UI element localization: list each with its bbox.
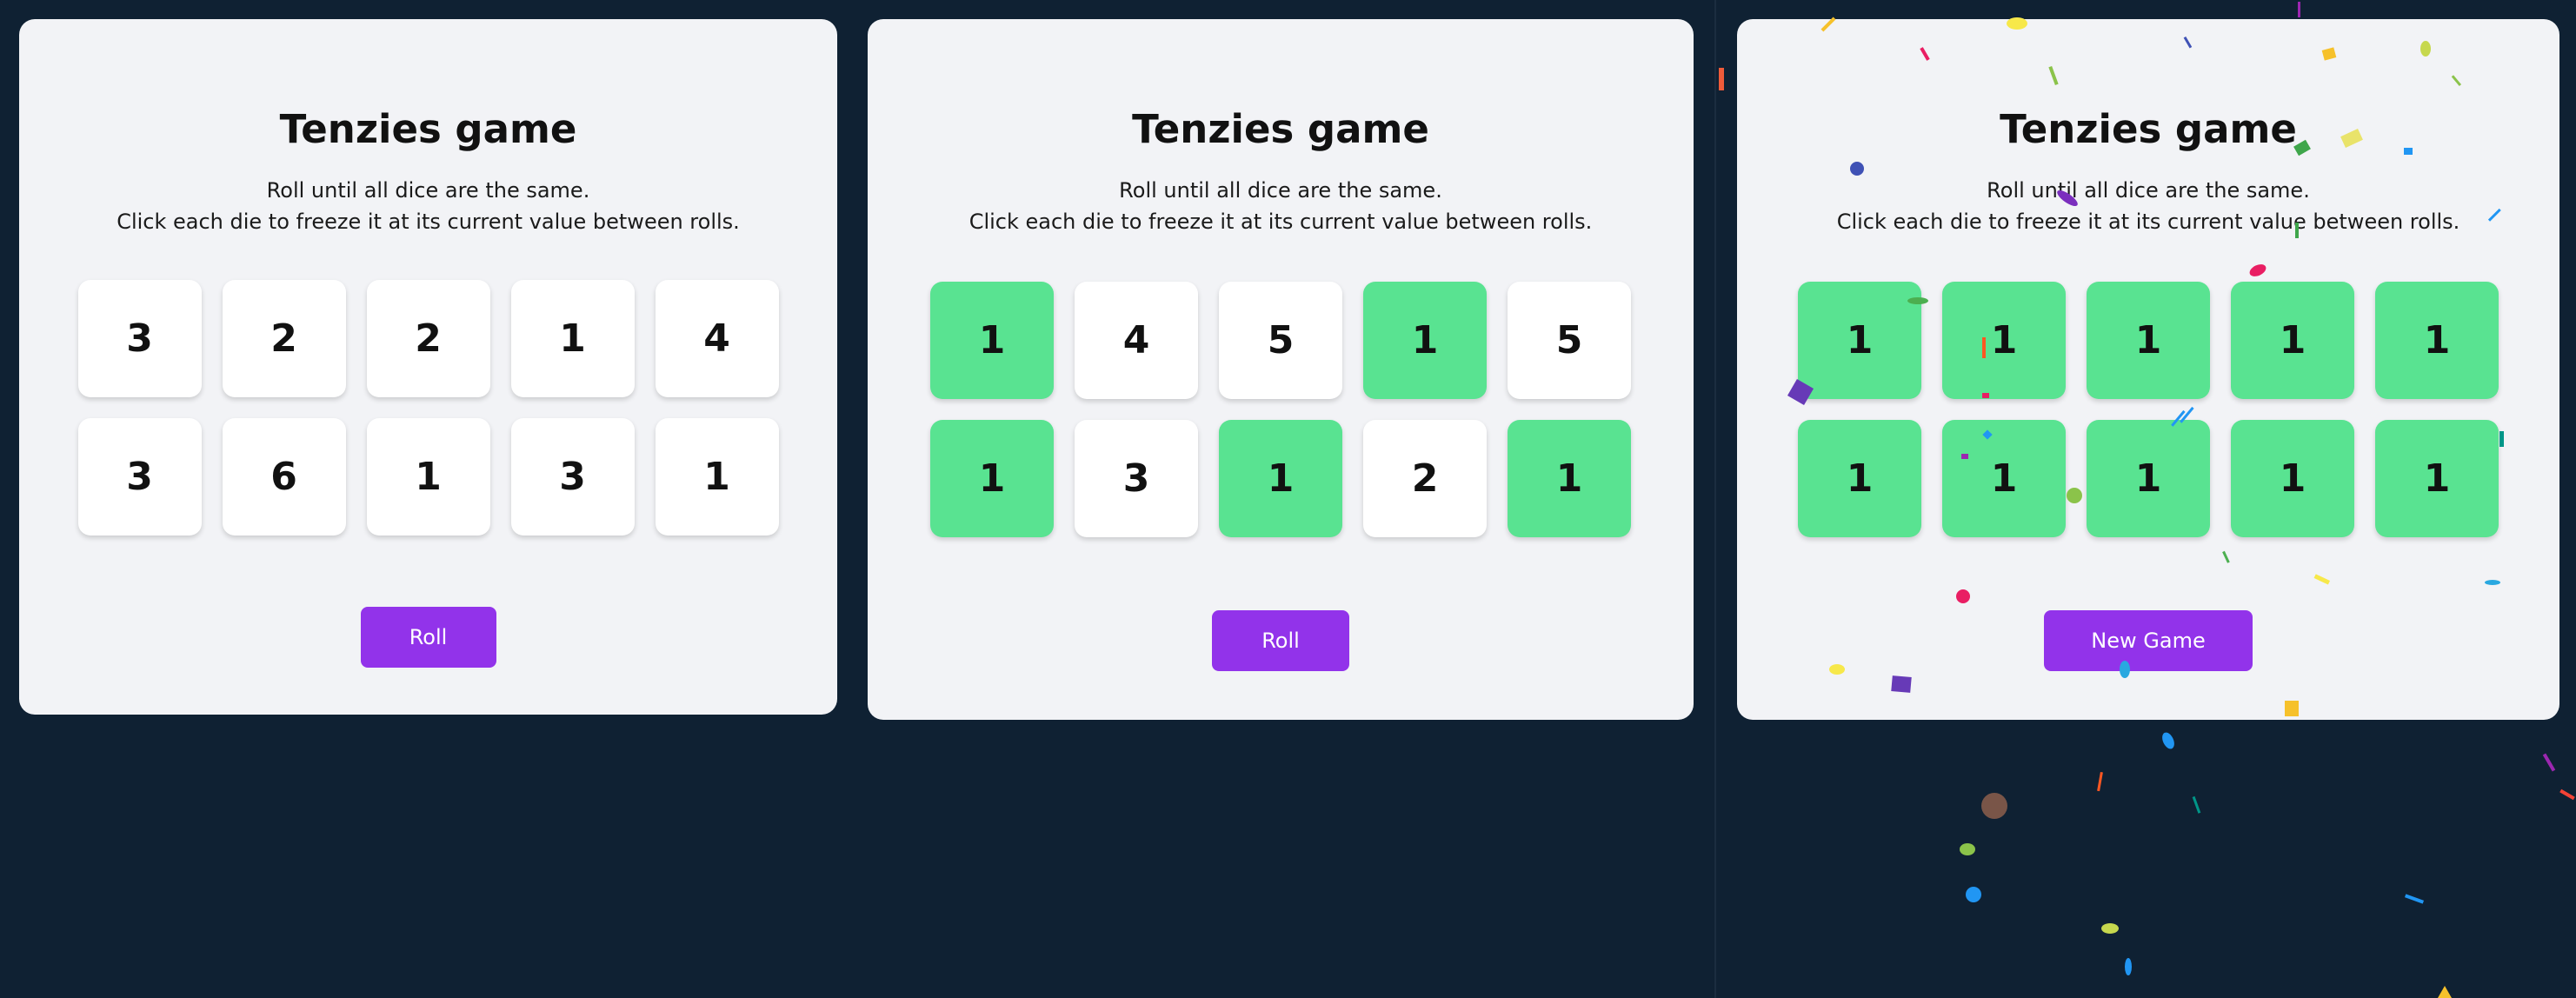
tenzies-panel-2: Tenzies game Roll until all dice are the… [868, 19, 1694, 720]
instructions-line-1: Roll until all dice are the same. [266, 178, 590, 203]
die[interactable]: 3 [1075, 420, 1198, 537]
instructions-line-1: Roll until all dice are the same. [1987, 178, 2310, 203]
held-die[interactable]: 1 [1363, 282, 1487, 399]
dice-grid: 3 2 2 1 4 3 6 1 3 1 [77, 280, 779, 536]
held-die[interactable]: 1 [2087, 420, 2210, 537]
game-title: Tenzies game [279, 106, 577, 152]
instructions-line-2: Click each die to freeze it at its curre… [116, 210, 740, 234]
die[interactable]: 5 [1508, 282, 1631, 399]
die[interactable]: 4 [1075, 282, 1198, 399]
held-die[interactable]: 1 [2375, 420, 2499, 537]
held-die[interactable]: 1 [1798, 420, 1921, 537]
instructions-line-1: Roll until all dice are the same. [1119, 178, 1442, 203]
die[interactable]: 3 [77, 280, 202, 397]
held-die[interactable]: 1 [2231, 282, 2354, 399]
tenzies-panel-1: Tenzies game Roll until all dice are the… [19, 19, 837, 715]
die[interactable]: 3 [77, 418, 202, 536]
roll-button[interactable]: Roll [1212, 610, 1349, 671]
die[interactable]: 3 [510, 418, 635, 536]
held-die[interactable]: 1 [930, 420, 1054, 537]
game-title: Tenzies game [2000, 106, 2297, 152]
held-die[interactable]: 1 [1942, 282, 2066, 399]
die[interactable]: 1 [366, 418, 490, 536]
held-die[interactable]: 1 [1219, 420, 1342, 537]
die[interactable]: 4 [655, 280, 779, 397]
game-title: Tenzies game [1132, 106, 1429, 152]
roll-button[interactable]: Roll [360, 607, 496, 668]
held-die[interactable]: 1 [2375, 282, 2499, 399]
die[interactable]: 2 [1363, 420, 1487, 537]
tenzies-panel-3: Tenzies game Roll until all dice are the… [1737, 19, 2559, 720]
held-die[interactable]: 1 [2087, 282, 2210, 399]
panel-divider [1714, 0, 1716, 998]
die[interactable]: 1 [510, 280, 635, 397]
die[interactable]: 2 [222, 280, 346, 397]
die[interactable]: 6 [222, 418, 346, 536]
die[interactable]: 2 [366, 280, 490, 397]
held-die[interactable]: 1 [2231, 420, 2354, 537]
instructions-line-2: Click each die to freeze it at its curre… [968, 210, 1593, 234]
instructions-line-2: Click each die to freeze it at its curre… [1836, 210, 2460, 234]
die[interactable]: 1 [655, 418, 779, 536]
held-die[interactable]: 1 [1508, 420, 1631, 537]
held-die[interactable]: 1 [930, 282, 1054, 399]
dice-grid: 1 1 1 1 1 1 1 1 1 1 [1798, 282, 2499, 537]
new-game-button[interactable]: New Game [2044, 610, 2253, 671]
held-die[interactable]: 1 [1798, 282, 1921, 399]
dice-grid: 1 4 5 1 5 1 3 1 2 1 [929, 282, 1633, 537]
die[interactable]: 5 [1219, 282, 1342, 399]
held-die[interactable]: 1 [1942, 420, 2066, 537]
